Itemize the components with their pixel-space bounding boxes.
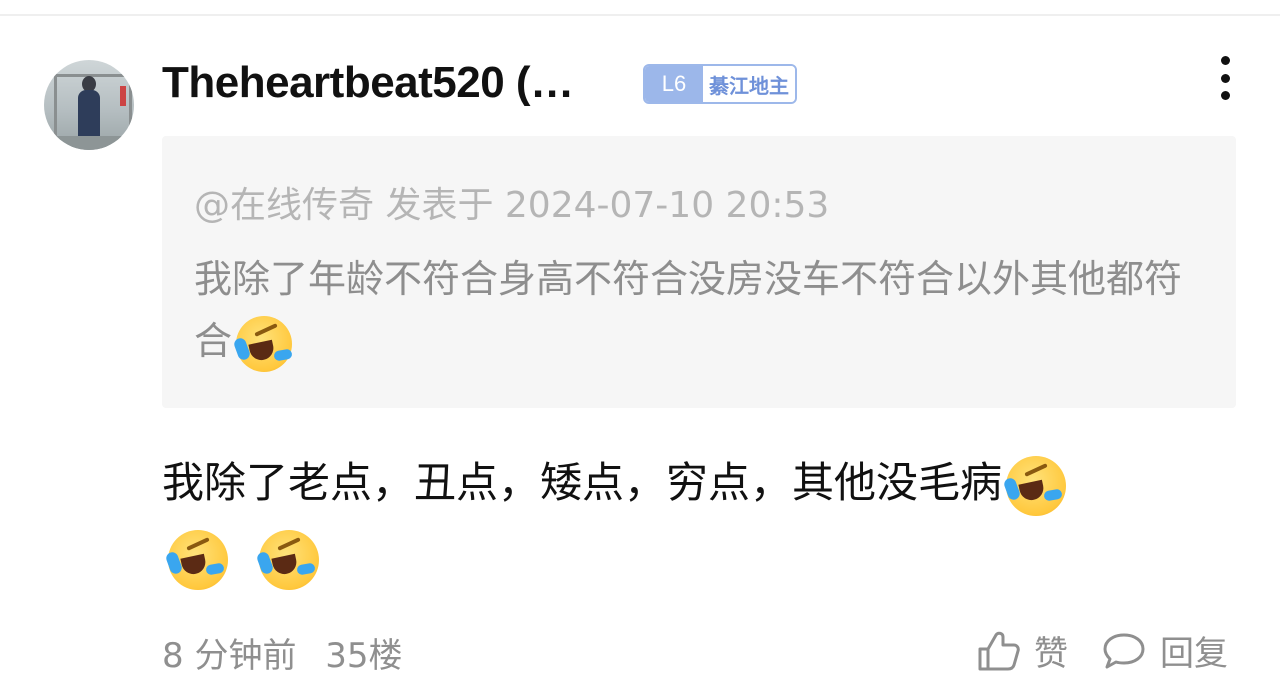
quoted-reply[interactable]: @在线传奇 发表于 2024-07-10 20:53 我除了年龄不符合身高不符合… [162,136,1236,408]
avatar[interactable] [44,60,134,150]
badge-title: 綦江地主 [703,66,795,102]
quote-meta: @在线传奇 发表于 2024-07-10 20:53 [194,185,830,226]
crying-laughing-emoji-icon [255,529,320,590]
crying-laughing-emoji-icon [1002,455,1067,516]
quote-text: 我除了年龄不符合身高不符合没房没车不符合以外其他都符合 [194,257,1183,363]
post-info: 8 分钟前 35楼 [162,628,403,677]
post-time: 8 分钟前 [162,636,297,676]
reply-label: 回复 [1160,634,1228,674]
thumbs-up-icon [978,631,1020,670]
crying-laughing-emoji-icon [164,529,228,590]
level-badge: L6 綦江地主 [643,64,797,104]
like-label: 赞 [1034,634,1068,674]
more-vertical-icon[interactable] [1214,56,1236,100]
level-label: L6 [645,66,703,102]
quote-text-block: 我除了年龄不符合身高不符合没房没车不符合以外其他都符合 [194,248,1204,372]
crying-laughing-emoji-icon [232,315,293,372]
comment-text: 我除了老点，丑点，矮点，穷点，其他没毛病 [162,458,1003,507]
reply-button[interactable]: 回复 [1102,626,1228,675]
comment-bubble-icon [1103,633,1145,668]
comment-body: 我除了老点，丑点，矮点，穷点，其他没毛病 [162,448,1242,592]
top-divider [0,14,1280,16]
username[interactable]: Theheartbeat520 (… [162,58,574,108]
like-button[interactable]: 赞 [976,626,1068,675]
floor-number: 35楼 [325,636,403,676]
